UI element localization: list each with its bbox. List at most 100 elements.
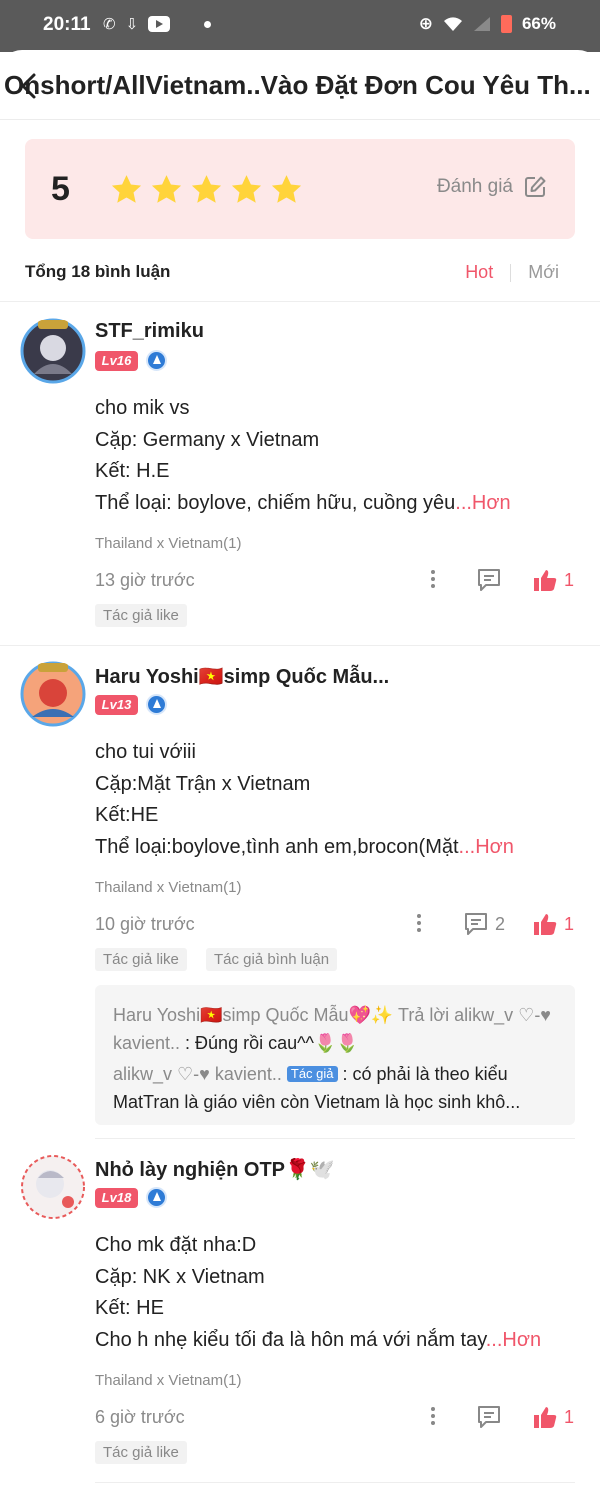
- alarm-icon: ⊕: [418, 14, 433, 33]
- like-button[interactable]: 1: [532, 567, 574, 593]
- rate-button[interactable]: Đánh giá: [437, 175, 547, 199]
- level-badge: Lv18: [95, 1188, 138, 1208]
- author-like-chip: Tác giả like: [95, 948, 187, 971]
- signal-icon: [473, 17, 490, 31]
- divider: [95, 1482, 575, 1483]
- comment-icon: [478, 569, 500, 591]
- comment-text: Cho mk đặt nha:D Cặp: NK x Vietnam Kết: …: [95, 1230, 545, 1356]
- author-like-chip: Tác giả like: [95, 1441, 187, 1464]
- page-title: Onshort/AllVietnam..Vào Đặt Đơn Cou Yêu …: [4, 70, 591, 100]
- comment-line: cho tui vớiii: [95, 741, 196, 763]
- comment-line: Cho h nhẹ kiểu tối đa là hôn má với nắm …: [95, 1328, 486, 1351]
- comment-line: Thể loại: boylove, chiếm hữu, cuồng yêu: [95, 491, 456, 514]
- comment-line: Cặp: NK x Vietnam: [95, 1265, 265, 1288]
- rating-stars: [110, 173, 303, 206]
- comment-line: Thể loại:boylove,tình anh em,brocon(Mặt: [95, 835, 459, 858]
- comment-line: Cặp: Germany x Vietnam: [95, 428, 320, 451]
- rating-score: 5: [51, 170, 70, 208]
- comment-line: Kết: H.E: [95, 460, 170, 482]
- username[interactable]: STF_rimiku: [95, 320, 204, 343]
- comment-time: 6 giờ trước: [95, 1407, 185, 1427]
- more-link[interactable]: ...Hơn: [455, 492, 510, 514]
- status-bar: 20:11 ✆ ⇩ ⊕ 66%: [0, 0, 600, 52]
- phone-icon: ✆: [103, 16, 116, 33]
- status-time: 20:11: [43, 14, 91, 35]
- like-button[interactable]: 1: [532, 911, 574, 937]
- comment-text: cho mik vs Cặp: Germany x Vietnam Kết: H…: [95, 393, 545, 519]
- status-icons-left: ✆ ⇩: [103, 15, 212, 33]
- like-count: 1: [564, 1406, 575, 1427]
- avatar[interactable]: [20, 318, 86, 384]
- comment-line: cho mik vs: [95, 397, 190, 419]
- comment-icon: [465, 913, 487, 935]
- battery-icon: [500, 15, 512, 33]
- comment-line: Cặp:Mặt Trận x Vietnam: [95, 772, 311, 795]
- like-button[interactable]: 1: [532, 1404, 574, 1430]
- reply-author: alikw_v ♡-♥ kavient..: [113, 1064, 282, 1084]
- download-icon: ⇩: [125, 16, 139, 33]
- thumbs-up-icon: [534, 1407, 557, 1428]
- username[interactable]: Nhỏ lày nghiện OTP🌹🕊️: [95, 1157, 335, 1182]
- divider: [0, 301, 600, 302]
- comment-total: Tổng 18 bình luận: [25, 262, 171, 281]
- thumbs-up-icon: [534, 914, 557, 935]
- reply-item: Haru Yoshi🇻🇳simp Quốc Mẫu💖✨ Trả lời alik…: [113, 1001, 563, 1057]
- more-options-icon[interactable]: [414, 914, 424, 936]
- comment-time: 10 giờ trước: [95, 914, 195, 934]
- like-count: 1: [564, 569, 575, 590]
- thumbs-up-icon: [534, 570, 557, 591]
- edit-icon: [525, 176, 546, 197]
- tab-new[interactable]: Mới: [528, 262, 559, 283]
- comment-line: Kết:HE: [95, 804, 159, 826]
- youtube-icon: [148, 16, 171, 32]
- rating-card: 5 Đánh giá: [25, 139, 575, 239]
- comment-line: Kết: HE: [95, 1297, 164, 1319]
- top-header: Onshort/AllVietnam..Vào Đặt Đơn Cou Yêu …: [0, 50, 600, 120]
- more-link[interactable]: ...Hơn: [486, 1329, 541, 1351]
- reply-button[interactable]: 2: [463, 911, 505, 937]
- avatar[interactable]: [20, 1154, 86, 1220]
- level-badge: Lv16: [95, 351, 138, 371]
- level-badge: Lv13: [95, 695, 138, 715]
- tab-hot[interactable]: Hot: [465, 262, 493, 283]
- star-icon: [271, 175, 302, 203]
- more-options-icon[interactable]: [428, 1407, 438, 1429]
- tab-divider: [510, 263, 512, 282]
- rate-label: Đánh giá: [436, 176, 513, 197]
- sort-tabs: Hot Mới: [465, 262, 559, 283]
- chapter-tag[interactable]: Thailand x Vietnam(1): [95, 879, 241, 896]
- chapter-tag[interactable]: Thailand x Vietnam(1): [95, 1372, 241, 1389]
- comment-line: Cho mk đặt nha:D: [95, 1234, 257, 1256]
- battery-percent: 66%: [521, 14, 556, 33]
- reply-button[interactable]: [476, 1404, 508, 1430]
- more-link[interactable]: ...Hơn: [459, 836, 514, 858]
- divider: [95, 1138, 575, 1139]
- star-icon: [231, 175, 262, 203]
- verified-badge-icon: [146, 1187, 167, 1208]
- author-like-chip: Tác giả like: [95, 604, 187, 627]
- dot-icon: [204, 20, 212, 28]
- username[interactable]: Haru Yoshi🇻🇳simp Quốc Mẫu...: [95, 664, 389, 689]
- star-icon: [151, 175, 182, 203]
- reply-button[interactable]: [476, 567, 508, 593]
- star-icon: [111, 175, 142, 203]
- wifi-icon: [443, 17, 462, 31]
- comment-icon: [478, 1406, 500, 1428]
- like-count: 1: [564, 913, 575, 934]
- reply-preview-box[interactable]: Haru Yoshi🇻🇳simp Quốc Mẫu💖✨ Trả lời alik…: [95, 985, 575, 1125]
- back-arrow-icon[interactable]: [18, 72, 38, 100]
- chapter-tag[interactable]: Thailand x Vietnam(1): [95, 535, 241, 552]
- verified-badge-icon: [146, 694, 167, 715]
- status-icons-right: ⊕ 66%: [419, 14, 556, 34]
- divider: [0, 645, 600, 646]
- more-options-icon[interactable]: [428, 570, 438, 592]
- reply-text: : Đúng rồi cau^^🌷🌷: [180, 1033, 359, 1053]
- comment-text: cho tui vớiii Cặp:Mặt Trận x Vietnam Kết…: [95, 737, 545, 863]
- author-tag: Tác giả: [286, 1066, 338, 1082]
- author-comment-chip: Tác giả bình luận: [206, 948, 338, 971]
- verified-badge-icon: [146, 350, 167, 371]
- reply-count: 2: [495, 913, 506, 934]
- comment-time: 13 giờ trước: [95, 570, 195, 590]
- reply-item: alikw_v ♡-♥ kavient.. Tác giả : có phải …: [113, 1060, 563, 1116]
- avatar[interactable]: [20, 661, 86, 727]
